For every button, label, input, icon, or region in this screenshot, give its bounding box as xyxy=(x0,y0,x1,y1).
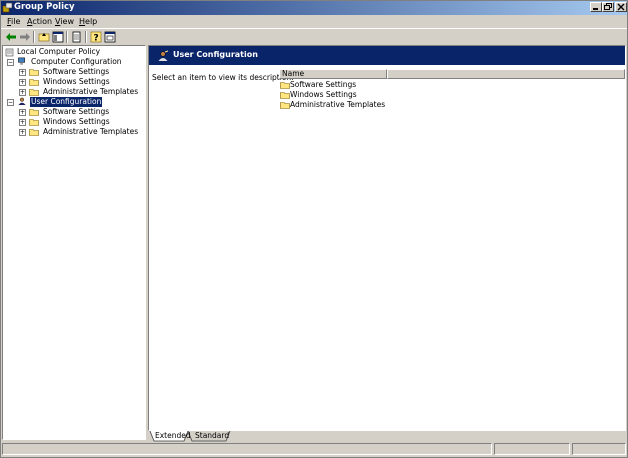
title-bar[interactable]: Group Policy xyxy=(0,0,628,15)
help-icon[interactable]: ? xyxy=(90,31,102,43)
column-header-empty[interactable] xyxy=(387,69,625,79)
menu-file-label: ile xyxy=(11,17,21,26)
expand-icon[interactable]: + xyxy=(19,69,26,76)
tree-label: Local Computer Policy xyxy=(17,47,101,56)
toolbar-separator xyxy=(66,31,68,43)
status-cell-tertiary xyxy=(572,443,626,455)
tab-extended[interactable]: Extended xyxy=(155,431,191,441)
menu-view[interactable]: View xyxy=(55,17,74,27)
tree-pane[interactable]: Local Computer Policy − Computer Configu… xyxy=(2,45,146,440)
menu-help-label: elp xyxy=(85,17,98,26)
menu-file[interactable]: File xyxy=(7,17,20,27)
list-item-label: Software Settings xyxy=(290,80,357,89)
folder-icon xyxy=(280,82,290,89)
status-bar xyxy=(0,442,628,456)
toolbar-separator xyxy=(85,31,87,43)
expand-icon[interactable]: + xyxy=(19,89,26,96)
restore-icon xyxy=(604,3,612,10)
menu-help[interactable]: Help xyxy=(79,17,97,27)
user-icon xyxy=(18,97,26,105)
list-item-label: Administrative Templates xyxy=(290,100,386,109)
collapse-icon[interactable]: − xyxy=(7,59,14,66)
properties-icon[interactable] xyxy=(104,31,116,43)
list-item-label: Windows Settings xyxy=(290,90,357,99)
policy-scroll-icon xyxy=(5,48,14,57)
folder-icon xyxy=(29,119,39,126)
minimize-icon xyxy=(593,8,598,10)
expand-icon[interactable]: + xyxy=(19,119,26,126)
tree-label: Windows Settings xyxy=(43,117,110,126)
folder-icon xyxy=(29,129,39,136)
folder-icon xyxy=(29,89,39,96)
folder-icon xyxy=(29,79,39,86)
list-column-headers: Name xyxy=(279,69,625,79)
details-header: User Configuration xyxy=(149,46,625,65)
expand-icon[interactable]: + xyxy=(19,79,26,86)
minimize-button[interactable] xyxy=(590,2,602,12)
tree-label: Computer Configuration xyxy=(31,57,122,66)
export-list-icon[interactable] xyxy=(71,31,83,43)
folder-icon xyxy=(29,69,39,76)
svg-text:?: ? xyxy=(94,34,99,44)
status-cell-main xyxy=(2,443,492,455)
column-header-name[interactable]: Name xyxy=(279,69,387,79)
folder-icon xyxy=(280,92,290,99)
tree-label: Administrative Templates xyxy=(43,127,139,136)
tree-label: Software Settings xyxy=(43,107,110,116)
tab-standard[interactable]: Standard xyxy=(195,431,229,441)
view-tabs: Extended Standard xyxy=(148,431,626,442)
tree-label-selected: User Configuration xyxy=(30,97,103,107)
restore-button[interactable] xyxy=(602,2,614,12)
expand-icon[interactable]: + xyxy=(19,129,26,136)
description-text: Select an item to view its description. xyxy=(152,73,294,82)
toolbar-separator xyxy=(33,31,35,43)
menu-action-label: ction xyxy=(32,17,53,26)
group-policy-app-icon xyxy=(2,2,13,13)
back-arrow-icon[interactable] xyxy=(5,31,17,43)
menu-action[interactable]: Action xyxy=(27,17,52,27)
close-button[interactable] xyxy=(615,2,627,12)
tree-label: Windows Settings xyxy=(43,77,110,86)
menu-view-label: iew xyxy=(60,17,74,26)
computer-icon xyxy=(18,57,25,65)
show-hide-tree-icon[interactable] xyxy=(52,31,64,43)
tree-label: Software Settings xyxy=(43,67,110,76)
menu-bar: File Action View Help xyxy=(0,15,628,28)
window-title: Group Policy xyxy=(14,2,75,12)
tree-label: Administrative Templates xyxy=(43,87,139,96)
details-pane: User Configuration Select an item to vie… xyxy=(148,45,626,431)
status-cell-secondary xyxy=(494,443,570,455)
toolbar: ? xyxy=(0,28,628,45)
folder-icon xyxy=(29,109,39,116)
forward-arrow-icon[interactable] xyxy=(19,31,31,43)
collapse-icon[interactable]: − xyxy=(7,99,14,106)
user-configuration-icon xyxy=(158,50,169,61)
details-header-title: User Configuration xyxy=(173,50,258,59)
close-icon xyxy=(617,3,625,11)
folder-icon xyxy=(280,102,290,109)
expand-icon[interactable]: + xyxy=(19,109,26,116)
up-folder-icon[interactable] xyxy=(38,31,50,43)
